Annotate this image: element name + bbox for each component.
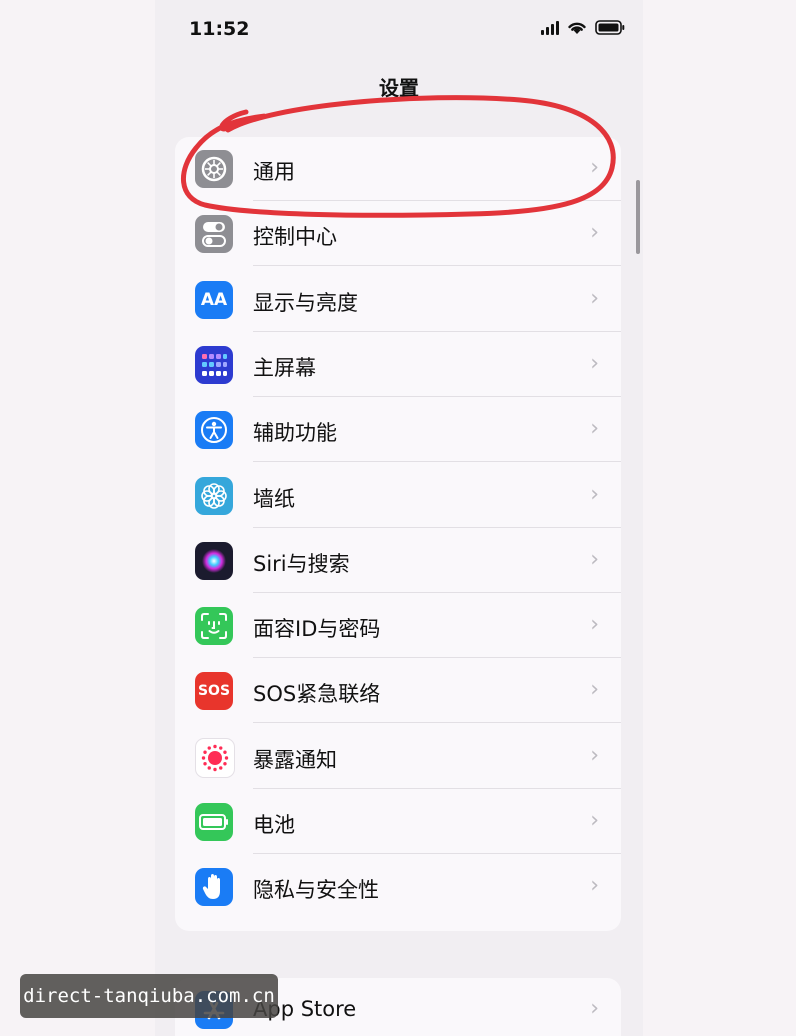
chevron-right-icon: ›: [590, 996, 599, 1021]
chevron-right-icon: ›: [590, 808, 599, 833]
siri-icon: [195, 541, 233, 580]
watermark: direct-tanqiuba.com.cn: [20, 974, 278, 1018]
settings-row-label: 暴露通知: [253, 747, 337, 772]
settings-screen: 11:52 设置 通用 › 控制中心 › AA 显示与亮度 › 主屏幕 › 辅助…: [155, 0, 643, 1036]
status-icons: [541, 20, 625, 35]
settings-row-label: 墙纸: [253, 486, 295, 511]
chevron-right-icon: ›: [590, 220, 599, 246]
settings-row-label: SOS紧急联络: [253, 682, 381, 707]
settings-row-label: 主屏幕: [253, 355, 316, 380]
page-title: 设置: [379, 76, 419, 100]
chevron-right-icon: ›: [590, 677, 599, 703]
settings-group-main: 通用 › 控制中心 › AA 显示与亮度 › 主屏幕 › 辅助功能 › 墙纸 › Siri与搜索 › 面容ID…: [175, 137, 621, 931]
chevron-right-icon: ›: [590, 873, 599, 899]
row-separator: [253, 395, 621, 397]
row-separator: [253, 526, 621, 528]
row-separator: [253, 722, 621, 724]
row-separator: [253, 265, 621, 267]
home-grid-icon: [195, 345, 233, 384]
hand-icon: [195, 868, 233, 907]
settings-row-accessibility[interactable]: 辅助功能 ›: [175, 398, 621, 463]
settings-row-label: 面容ID与密码: [253, 617, 381, 642]
chevron-right-icon: ›: [590, 285, 599, 311]
status-bar: 11:52: [155, 0, 643, 60]
battery-icon: [595, 20, 625, 35]
cellular-signal-icon: [541, 20, 559, 35]
settings-row-label: 显示与亮度: [253, 290, 358, 315]
settings-row-label: 通用: [253, 160, 295, 184]
settings-row-battery-setting[interactable]: 电池 ›: [175, 790, 621, 854]
settings-row-label: 辅助功能: [253, 421, 337, 446]
row-separator: [253, 591, 621, 593]
battery-setting-icon: [195, 803, 233, 841]
row-separator: [253, 330, 621, 332]
wifi-icon: [567, 20, 587, 35]
settings-row-exposure[interactable]: 暴露通知 ›: [175, 725, 621, 789]
settings-row-gear[interactable]: 通用 ›: [175, 137, 621, 201]
settings-row-face-id[interactable]: 面容ID与密码 ›: [175, 594, 621, 659]
chevron-right-icon: ›: [590, 350, 599, 376]
chevron-right-icon: ›: [590, 416, 599, 442]
chevron-right-icon: ›: [590, 546, 599, 572]
settings-row-siri[interactable]: Siri与搜索 ›: [175, 529, 621, 593]
chevron-right-icon: ›: [590, 612, 599, 638]
settings-row-label: 控制中心: [253, 225, 337, 250]
settings-row-label: 电池: [253, 813, 295, 837]
sos-icon: SOS: [195, 672, 233, 711]
flower-icon: [195, 476, 233, 515]
text-size-icon: AA: [195, 280, 233, 319]
settings-row-toggle[interactable]: 控制中心 ›: [175, 202, 621, 267]
row-separator: [253, 657, 621, 659]
row-separator: [253, 787, 621, 789]
row-separator: [253, 461, 621, 463]
accessibility-icon: [195, 411, 233, 450]
settings-row-home-grid[interactable]: 主屏幕 ›: [175, 333, 621, 397]
settings-row-label: 隐私与安全性: [253, 878, 379, 903]
chevron-right-icon: ›: [590, 481, 599, 507]
chevron-right-icon: ›: [590, 155, 599, 180]
settings-row-hand[interactable]: 隐私与安全性 ›: [175, 855, 621, 919]
chevron-right-icon: ›: [590, 742, 599, 768]
settings-row-label: Siri与搜索: [253, 551, 350, 576]
row-separator: [253, 853, 621, 854]
row-separator: [253, 200, 621, 201]
status-time: 11:52: [189, 18, 250, 40]
settings-row-flower[interactable]: 墙纸 ›: [175, 464, 621, 528]
scroll-indicator[interactable]: [636, 180, 640, 254]
exposure-icon: [195, 737, 235, 778]
toggle-icon: [195, 215, 233, 254]
gear-icon: [195, 150, 233, 188]
face-id-icon: [195, 607, 233, 646]
settings-row-sos[interactable]: SOS SOS紧急联络 ›: [175, 659, 621, 724]
settings-row-text-size[interactable]: AA 显示与亮度 ›: [175, 268, 621, 332]
